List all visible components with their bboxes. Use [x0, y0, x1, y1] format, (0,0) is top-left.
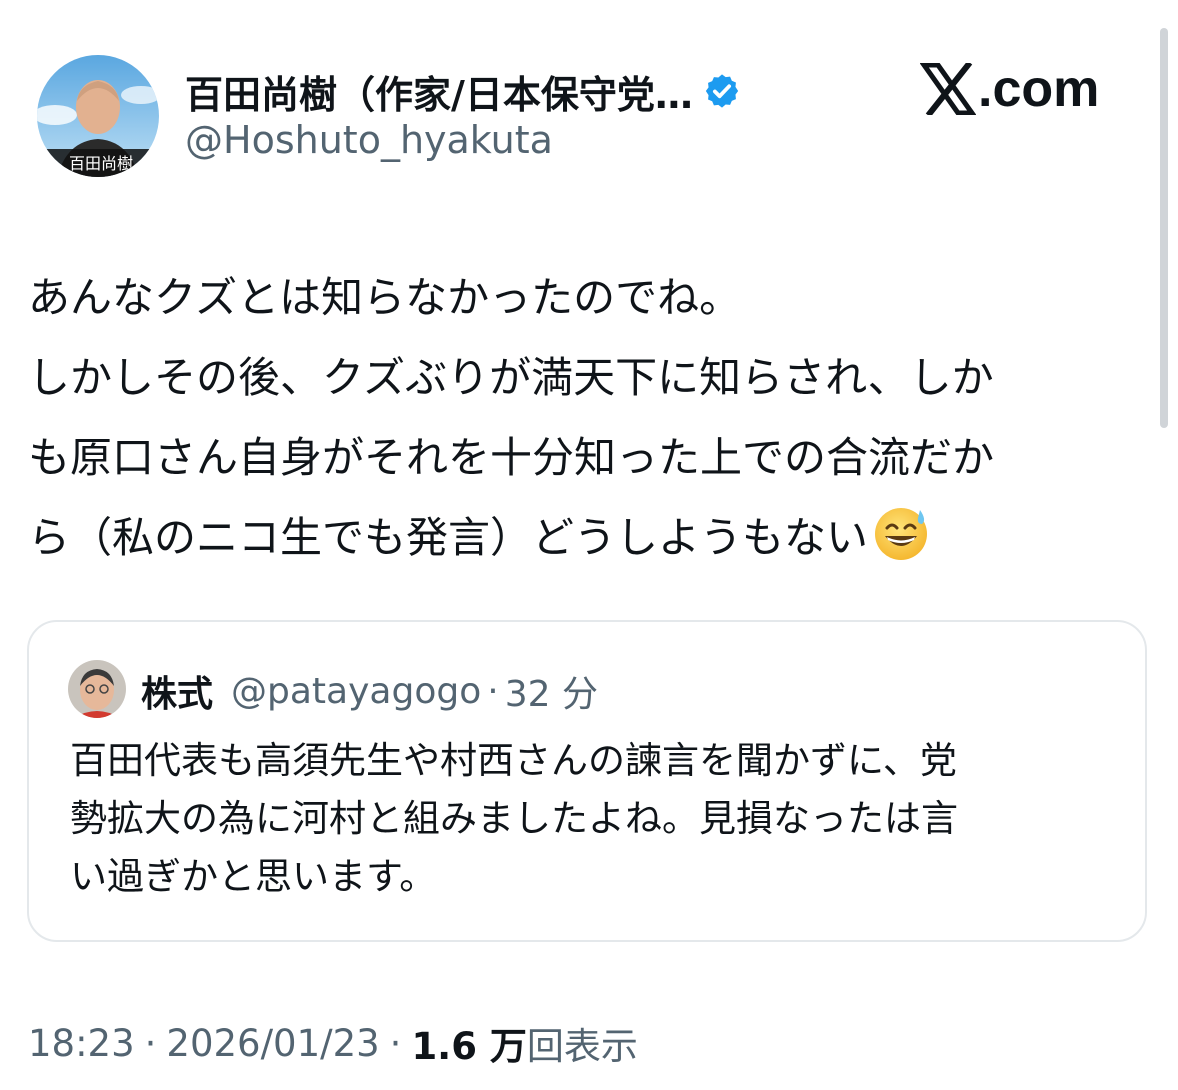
- tweet-line: も原口さん自身がそれを十分知った上での合流だか: [28, 433, 995, 482]
- tweet-meta: 18:23 · 2026/01/23 · 1.6 万 回表示: [28, 1015, 638, 1071]
- meta-separator: ·: [389, 1021, 402, 1065]
- tweet-line: あんなクズとは知らなかったのでね。: [28, 273, 742, 322]
- brand-watermark: .com: [920, 56, 1099, 122]
- tweet-text: あんなクズとは知らなかったのでね。 しかしその後、クズぶりが満天下に知らされ、し…: [28, 258, 1153, 578]
- avatar-caption: 百田尚樹: [69, 154, 133, 173]
- tweet-line-last: ら（私のニコ生でも発言）どうしようもない: [28, 498, 1153, 578]
- quoted-tweet[interactable]: 株式 @patayagogo · 32 分 百田代表も高須先生や村西さんの諫言を…: [27, 620, 1147, 942]
- quote-author-name[interactable]: 株式: [141, 665, 213, 717]
- quote-author-avatar[interactable]: [68, 660, 126, 718]
- x-logo-icon: [920, 63, 976, 115]
- tweet-date[interactable]: 2026/01/23: [166, 1022, 379, 1065]
- meta-separator: ·: [144, 1021, 157, 1065]
- tweet-line: しかしその後、クズぶりが満天下に知らされ、しか: [28, 353, 994, 402]
- tweet-line: ら（私のニコ生でも発言）どうしようもない: [28, 513, 869, 562]
- quote-header: 株式 @patayagogo · 32 分: [141, 664, 598, 718]
- scrollbar[interactable]: [1160, 28, 1168, 428]
- views-count[interactable]: 1.6 万: [411, 1016, 526, 1070]
- quote-text: 百田代表も高須先生や村西さんの諫言を聞かずに、党 勢拡大の為に河村と組みましたよ…: [70, 732, 1130, 906]
- quote-line: 勢拡大の為に河村と組みましたよね。見損なったは言: [70, 797, 958, 840]
- brand-text: .com: [978, 60, 1100, 118]
- author-display-name[interactable]: 百田尚樹（作家/日本保守党…: [185, 64, 693, 119]
- verified-badge-icon: [703, 72, 741, 110]
- author-name-row[interactable]: 百田尚樹（作家/日本保守党…: [185, 64, 741, 118]
- quote-line: 百田代表も高須先生や村西さんの諫言を聞かずに、党: [70, 739, 957, 782]
- author-handle[interactable]: @Hoshuto_hyakuta: [185, 118, 553, 162]
- quote-line: い過ぎかと思います。: [70, 855, 437, 898]
- tweet-time[interactable]: 18:23: [28, 1022, 135, 1065]
- quote-timestamp[interactable]: 32 分: [505, 665, 598, 717]
- views-label: 回表示: [526, 1025, 638, 1068]
- author-avatar[interactable]: 百田尚樹: [37, 55, 159, 177]
- grinning-face-with-sweat-icon: [872, 504, 930, 562]
- quote-separator: ·: [487, 670, 499, 712]
- quote-author-handle[interactable]: @patayagogo: [231, 671, 481, 712]
